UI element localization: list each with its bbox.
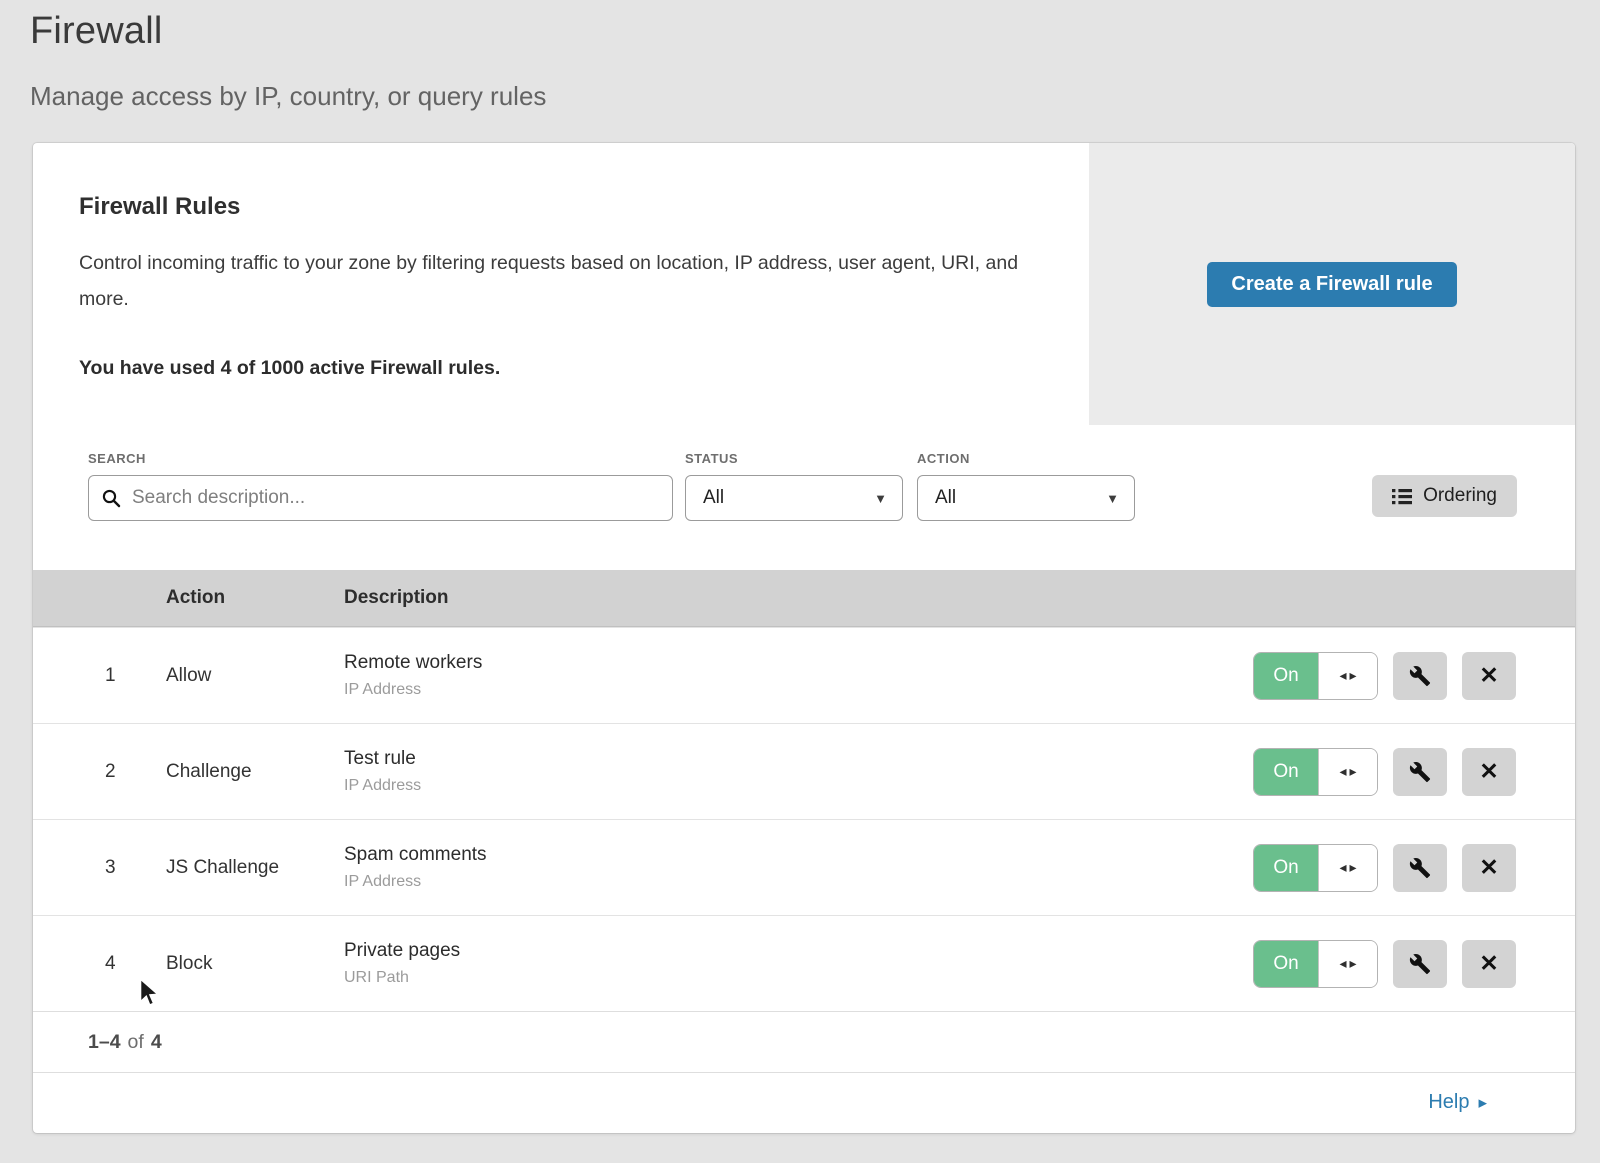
toggle-handle-icon: ◂▸ bbox=[1318, 749, 1377, 795]
card-footer: Help ▸ bbox=[33, 1072, 1575, 1132]
table-row: 2 Challenge Test rule IP Address On ◂▸ ✕ bbox=[33, 723, 1575, 819]
action-label: ACTION bbox=[917, 451, 1135, 466]
delete-rule-button[interactable]: ✕ bbox=[1462, 652, 1516, 700]
rule-description-cell: Test rule IP Address bbox=[344, 748, 1253, 795]
edit-rule-button[interactable] bbox=[1393, 844, 1447, 892]
filter-bar: SEARCH STATUS All ▼ ACTION All ▼ bbox=[33, 425, 1575, 570]
rule-priority: 1 bbox=[33, 665, 166, 687]
rule-action: Challenge bbox=[166, 761, 344, 783]
rule-match-type: IP Address bbox=[344, 873, 1253, 891]
description-column-header: Description bbox=[344, 587, 1575, 609]
help-link-label: Help bbox=[1428, 1091, 1469, 1114]
rule-priority: 4 bbox=[33, 953, 166, 975]
delete-rule-button[interactable]: ✕ bbox=[1462, 748, 1516, 796]
search-filter: SEARCH bbox=[88, 451, 673, 521]
close-icon: ✕ bbox=[1479, 760, 1498, 783]
rule-description-cell: Remote workers IP Address bbox=[344, 652, 1253, 699]
edit-rule-button[interactable] bbox=[1393, 940, 1447, 988]
search-box[interactable] bbox=[88, 475, 673, 521]
action-select-value: All bbox=[935, 487, 956, 509]
rules-usage: You have used 4 of 1000 active Firewall … bbox=[79, 357, 1029, 380]
rule-priority: 2 bbox=[33, 761, 166, 783]
close-icon: ✕ bbox=[1479, 664, 1498, 687]
rule-controls: On ◂▸ ✕ bbox=[1253, 940, 1575, 988]
close-icon: ✕ bbox=[1479, 952, 1498, 975]
overview-section: Firewall Rules Control incoming traffic … bbox=[33, 143, 1575, 425]
help-link[interactable]: Help ▸ bbox=[1428, 1091, 1487, 1114]
pagination: 1–4 of 4 bbox=[33, 1011, 1575, 1072]
status-label: STATUS bbox=[685, 451, 903, 466]
rule-description-cell: Spam comments IP Address bbox=[344, 844, 1253, 891]
delete-rule-button[interactable]: ✕ bbox=[1462, 844, 1516, 892]
rule-enabled-toggle[interactable]: On ◂▸ bbox=[1253, 844, 1378, 892]
rules-heading: Firewall Rules bbox=[79, 193, 1029, 221]
rule-action: Allow bbox=[166, 665, 344, 687]
search-input[interactable] bbox=[130, 486, 659, 510]
rule-action: Block bbox=[166, 953, 344, 975]
ordering-button[interactable]: Ordering bbox=[1372, 475, 1517, 517]
action-filter: ACTION All ▼ bbox=[917, 451, 1135, 521]
firewall-rules-card: Firewall Rules Control incoming traffic … bbox=[33, 143, 1575, 1133]
page-subtitle: Manage access by IP, country, or query r… bbox=[30, 81, 1570, 112]
ordering-button-label: Ordering bbox=[1423, 485, 1497, 507]
toggle-on-label: On bbox=[1254, 941, 1318, 987]
rule-description: Test rule bbox=[344, 748, 1253, 770]
table-row: 1 Allow Remote workers IP Address On ◂▸ … bbox=[33, 627, 1575, 723]
rule-controls: On ◂▸ ✕ bbox=[1253, 844, 1575, 892]
action-select[interactable]: All ▼ bbox=[917, 475, 1135, 521]
pagination-range: 1–4 bbox=[88, 1031, 121, 1054]
table-row: 4 Block Private pages URI Path On ◂▸ ✕ bbox=[33, 915, 1575, 1011]
chevron-down-icon: ▼ bbox=[1106, 491, 1119, 506]
toggle-handle-icon: ◂▸ bbox=[1318, 845, 1377, 891]
rule-enabled-toggle[interactable]: On ◂▸ bbox=[1253, 652, 1378, 700]
wrench-icon bbox=[1409, 857, 1431, 879]
toggle-on-label: On bbox=[1254, 749, 1318, 795]
action-column-header: Action bbox=[166, 587, 344, 609]
rule-enabled-toggle[interactable]: On ◂▸ bbox=[1253, 940, 1378, 988]
pagination-of: of bbox=[128, 1031, 144, 1054]
rule-priority: 3 bbox=[33, 857, 166, 879]
search-icon bbox=[102, 489, 121, 508]
search-label: SEARCH bbox=[88, 451, 673, 466]
page-header: Firewall Manage access by IP, country, o… bbox=[0, 0, 1600, 112]
wrench-icon bbox=[1409, 953, 1431, 975]
rules-description: Control incoming traffic to your zone by… bbox=[79, 245, 1029, 317]
table-header: Action Description bbox=[33, 570, 1575, 627]
ordering-list-icon bbox=[1392, 488, 1412, 505]
page-title: Firewall bbox=[30, 10, 1570, 53]
pagination-total: 4 bbox=[151, 1031, 162, 1054]
rule-controls: On ◂▸ ✕ bbox=[1253, 652, 1575, 700]
edit-rule-button[interactable] bbox=[1393, 748, 1447, 796]
rule-match-type: URI Path bbox=[344, 969, 1253, 987]
rule-controls: On ◂▸ ✕ bbox=[1253, 748, 1575, 796]
chevron-down-icon: ▼ bbox=[874, 491, 887, 506]
delete-rule-button[interactable]: ✕ bbox=[1462, 940, 1516, 988]
rule-action: JS Challenge bbox=[166, 857, 344, 879]
overview-text: Firewall Rules Control incoming traffic … bbox=[33, 143, 1089, 425]
arrow-right-icon: ▸ bbox=[1478, 1093, 1487, 1113]
rule-description: Remote workers bbox=[344, 652, 1253, 674]
rule-description-cell: Private pages URI Path bbox=[344, 940, 1253, 987]
status-select-value: All bbox=[703, 487, 724, 509]
create-firewall-rule-button[interactable]: Create a Firewall rule bbox=[1207, 262, 1456, 307]
table-row: 3 JS Challenge Spam comments IP Address … bbox=[33, 819, 1575, 915]
toggle-on-label: On bbox=[1254, 845, 1318, 891]
rule-match-type: IP Address bbox=[344, 681, 1253, 699]
toggle-on-label: On bbox=[1254, 653, 1318, 699]
create-rule-panel: Create a Firewall rule bbox=[1089, 143, 1575, 425]
edit-rule-button[interactable] bbox=[1393, 652, 1447, 700]
wrench-icon bbox=[1409, 665, 1431, 687]
toggle-handle-icon: ◂▸ bbox=[1318, 653, 1377, 699]
status-select[interactable]: All ▼ bbox=[685, 475, 903, 521]
wrench-icon bbox=[1409, 761, 1431, 783]
rule-enabled-toggle[interactable]: On ◂▸ bbox=[1253, 748, 1378, 796]
status-filter: STATUS All ▼ bbox=[685, 451, 903, 521]
rule-match-type: IP Address bbox=[344, 777, 1253, 795]
toggle-handle-icon: ◂▸ bbox=[1318, 941, 1377, 987]
rule-description: Spam comments bbox=[344, 844, 1253, 866]
rule-description: Private pages bbox=[344, 940, 1253, 962]
close-icon: ✕ bbox=[1479, 856, 1498, 879]
